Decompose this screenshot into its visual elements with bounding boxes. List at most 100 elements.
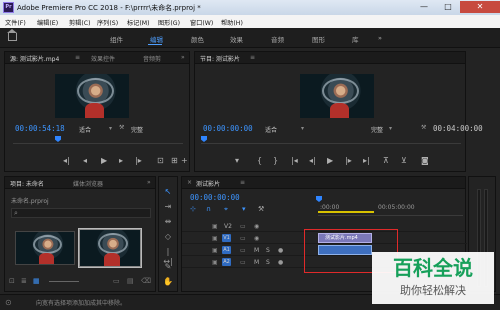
trash-icon[interactable]: ⌫ — [141, 277, 151, 285]
workspace-audio[interactable]: 音频 — [271, 34, 284, 44]
menu-window[interactable]: 窗口(W) — [190, 18, 213, 27]
new-item-icon[interactable]: ▤ — [127, 277, 134, 285]
close-button[interactable]: ✕ — [460, 1, 500, 13]
tab-effect-controls[interactable]: 效果控件 — [91, 54, 115, 63]
minimize-button[interactable]: — — [412, 1, 436, 13]
camera-icon[interactable]: ◙ — [421, 156, 429, 165]
step-back-icon[interactable]: ◂| — [309, 156, 316, 165]
mark-in-icon[interactable]: { — [257, 156, 262, 165]
tab-source[interactable]: 源: 测试影片.mp4 — [10, 54, 59, 63]
source-video-frame[interactable] — [55, 74, 129, 118]
solo-button[interactable]: S — [266, 259, 270, 266]
linked-selection-icon[interactable]: ⌖ — [224, 205, 228, 214]
track-name[interactable]: A2 — [222, 258, 231, 266]
tab-timeline-sequence[interactable]: 测试影片 — [196, 179, 220, 188]
home-icon[interactable] — [7, 29, 17, 41]
wrench-icon[interactable]: ⚒ — [258, 205, 264, 213]
tab-project[interactable]: 项目: 未命名 — [10, 179, 44, 188]
add-marker-icon[interactable]: ▾ — [242, 205, 246, 213]
workspace-more-icon[interactable]: » — [378, 34, 382, 42]
hand-icon[interactable]: ✋ — [163, 277, 173, 287]
microphone-icon[interactable]: ● — [278, 247, 283, 254]
workspace-graphics[interactable]: 图形 — [312, 34, 325, 44]
go-to-out-icon[interactable]: ▸| — [363, 156, 370, 165]
more-tabs-icon[interactable]: » — [147, 179, 151, 186]
project-clip-thumbnail[interactable] — [15, 231, 75, 265]
lock-icon[interactable]: ▣ — [212, 235, 218, 242]
workspace-libraries[interactable]: 库 — [352, 34, 359, 44]
source-menu-icon[interactable]: ≡ — [75, 54, 80, 61]
ripple-edit-icon[interactable]: ⇹ — [163, 217, 173, 227]
pen-icon[interactable]: ✎ — [163, 262, 173, 272]
step-forward-icon[interactable]: |▸ — [135, 156, 142, 165]
mute-button[interactable]: M — [254, 247, 259, 254]
new-bin-icon[interactable]: ▭ — [113, 277, 120, 285]
icon-view-icon[interactable]: ▦ — [33, 277, 40, 285]
selection-tool-icon[interactable]: ↖ — [163, 187, 173, 197]
workspace-color[interactable]: 颜色 — [191, 34, 204, 44]
step-back-icon[interactable]: ◂| — [63, 156, 70, 165]
chevron-down-icon[interactable]: ▾ — [389, 125, 392, 132]
slip-icon[interactable]: |↔| — [163, 247, 173, 266]
program-timecode[interactable]: 00:00:00:00 — [203, 124, 253, 133]
program-menu-icon[interactable]: ≡ — [250, 54, 255, 61]
lock-icon[interactable]: ▣ — [212, 223, 218, 230]
tab-program[interactable]: 节目: 测试影片 — [200, 54, 240, 63]
workspace-effects[interactable]: 效果 — [230, 34, 243, 44]
chevron-down-icon[interactable]: ▾ — [301, 125, 304, 132]
maximize-button[interactable]: □ — [436, 1, 460, 13]
program-scrub-bar[interactable] — [201, 134, 461, 144]
track-name[interactable]: A1 — [222, 246, 231, 254]
mark-out-icon[interactable]: } — [273, 156, 278, 165]
program-video-frame[interactable] — [300, 74, 374, 118]
sync-lock-icon[interactable]: ▭ — [240, 223, 246, 230]
source-quality-select[interactable]: 完整 — [131, 125, 143, 134]
source-scrub-bar[interactable] — [13, 134, 183, 144]
razor-icon[interactable]: ◇ — [163, 232, 173, 242]
solo-button[interactable]: S — [266, 247, 270, 254]
lock-icon[interactable]: ▣ — [212, 247, 218, 254]
timeline-timecode[interactable]: 00:00:00:00 — [190, 193, 240, 202]
sync-lock-icon[interactable]: ▭ — [240, 235, 246, 242]
tab-audio-clip-mixer[interactable]: 音频剪 — [143, 54, 161, 63]
zoom-slider[interactable] — [49, 281, 79, 282]
snap-icon[interactable]: ∩ — [206, 205, 211, 213]
more-tabs-icon[interactable]: » — [181, 54, 185, 61]
workspace-editing[interactable]: 编辑 — [150, 34, 163, 44]
tab-media-browser[interactable]: 媒体浏览器 — [73, 179, 103, 188]
add-button-icon[interactable]: + — [181, 156, 188, 165]
timeline-ruler[interactable]: :00:00 00:05:00:00 — [316, 194, 463, 216]
source-playhead[interactable] — [55, 136, 61, 142]
source-zoom-select[interactable]: 适合 — [79, 125, 91, 134]
lift-icon[interactable]: ⊼ — [383, 156, 389, 165]
microphone-icon[interactable]: ● — [278, 259, 283, 266]
sync-lock-icon[interactable]: ▭ — [240, 259, 246, 266]
mute-button[interactable]: M — [254, 259, 259, 266]
overwrite-icon[interactable]: ⊞ — [171, 156, 178, 165]
menu-clip[interactable]: 剪辑(C) — [69, 18, 91, 27]
search-input[interactable]: ⌕ — [11, 208, 151, 218]
menu-edit[interactable]: 编辑(E) — [37, 18, 58, 27]
program-zoom-select[interactable]: 适合 — [265, 125, 277, 134]
wrench-icon[interactable]: ⚒ — [421, 124, 426, 131]
eye-icon[interactable]: ◉ — [254, 235, 259, 242]
source-timecode[interactable]: 00:00:54:18 — [15, 124, 65, 133]
menu-graphics[interactable]: 图形(G) — [158, 18, 180, 27]
list-view-icon[interactable]: ≣ — [21, 277, 27, 285]
menu-marker[interactable]: 标记(M) — [127, 18, 150, 27]
play-icon[interactable]: ▶ — [327, 156, 333, 165]
forward-icon[interactable]: ▸ — [119, 156, 123, 165]
track-name[interactable]: V1 — [222, 234, 231, 242]
sync-lock-icon[interactable]: ▭ — [240, 247, 246, 254]
program-quality-select[interactable]: 完整 — [371, 125, 383, 134]
go-to-in-icon[interactable]: |◂ — [291, 156, 298, 165]
workspace-assembly[interactable]: 组件 — [110, 34, 123, 44]
timeline-playhead[interactable] — [316, 196, 322, 202]
step-forward-icon[interactable]: |▸ — [345, 156, 352, 165]
program-playhead[interactable] — [201, 136, 207, 142]
lock-icon[interactable]: ⊡ — [9, 277, 15, 285]
menu-help[interactable]: 帮助(H) — [221, 18, 243, 27]
insert-icon[interactable]: ⊡ — [157, 156, 164, 165]
rewind-icon[interactable]: ◂ — [83, 156, 87, 165]
timeline-menu-icon[interactable]: ≡ — [240, 179, 245, 186]
